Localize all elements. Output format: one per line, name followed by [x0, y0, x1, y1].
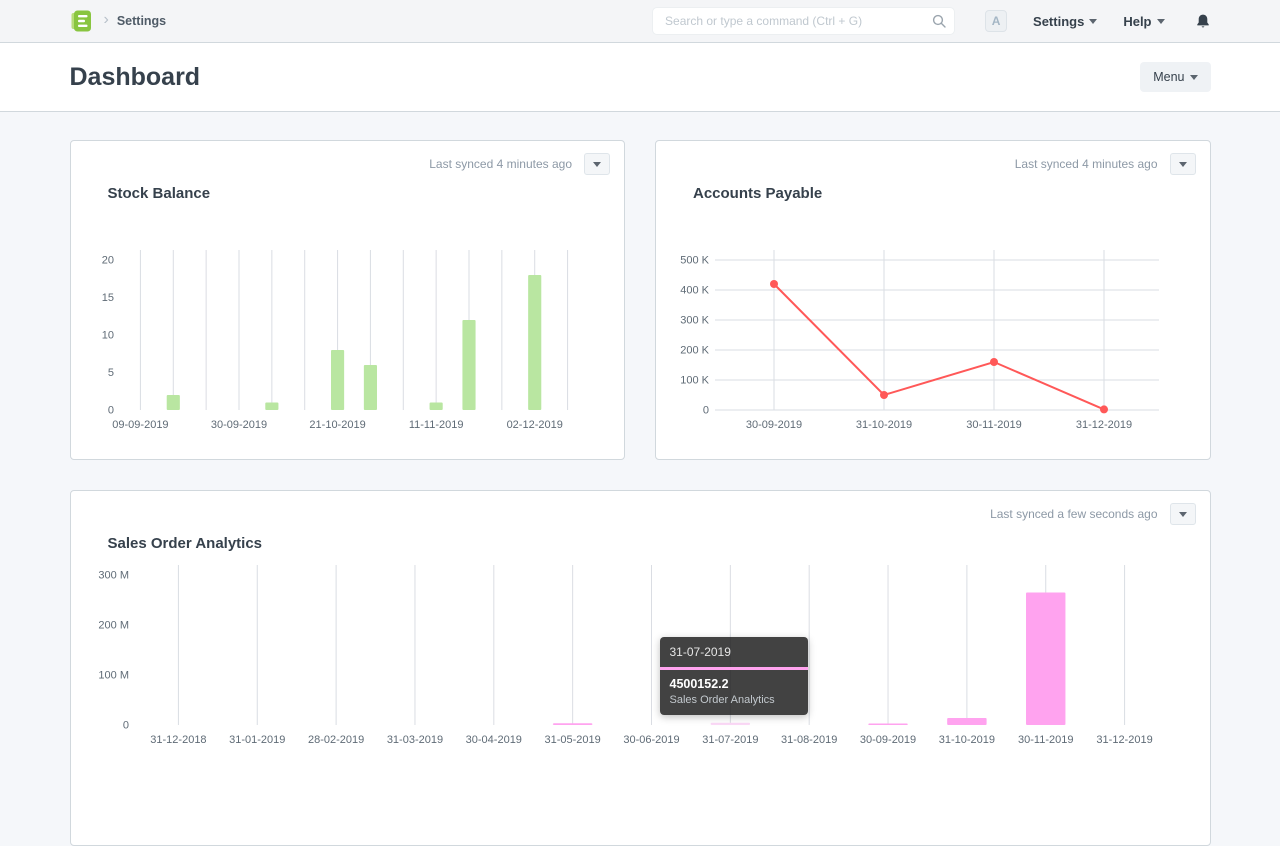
x-axis-label: 31-01-2019 — [229, 734, 285, 746]
chart-title: Sales Order Analytics — [107, 535, 263, 552]
x-axis-label: 30-09-2019 — [210, 419, 266, 431]
y-axis-label: 5 — [107, 367, 113, 379]
last-synced-text: Last synced 4 minutes ago — [429, 157, 572, 171]
chevron-down-icon — [1178, 161, 1187, 167]
chart-bar[interactable] — [330, 350, 344, 410]
chart-bar[interactable] — [429, 402, 443, 411]
x-axis-label: 30-04-2019 — [465, 734, 521, 746]
global-search — [652, 7, 956, 35]
card-menu-button[interactable] — [1169, 153, 1196, 175]
tooltip-date: 31-07-2019 — [659, 637, 808, 670]
chart-bar[interactable] — [867, 723, 908, 726]
chart-bar[interactable] — [461, 320, 476, 410]
last-synced-text: Last synced a few seconds ago — [990, 507, 1158, 521]
y-axis-label: 300 M — [98, 570, 129, 582]
menu-button-label: Menu — [1153, 70, 1185, 84]
notifications-bell[interactable] — [1195, 13, 1211, 30]
accounts-payable-chart[interactable]: 0 100 K 200 K 300 K 400 K 500 K 30-09-2019 31-1… — [664, 210, 1184, 445]
sales-order-analytics-chart[interactable]: 0 100 M 200 M 300 M 31-12-2018 31-01-2019 28-0… — [79, 560, 1184, 790]
chevron-down-icon — [1156, 18, 1165, 24]
chart-line — [773, 283, 1105, 411]
x-axis-label: 31-10-2019 — [856, 419, 912, 431]
tooltip-value: 4500152.2 — [669, 677, 729, 691]
card-menu-button[interactable] — [584, 153, 610, 175]
y-axis-label: 500 K — [680, 255, 709, 267]
bell-icon — [1196, 14, 1209, 27]
settings-menu[interactable]: Settings — [1033, 13, 1098, 29]
y-axis-label: 10 — [101, 330, 113, 342]
x-axis-label: 30-09-2019 — [859, 734, 915, 746]
page-head: Dashboard Menu — [0, 43, 1280, 112]
card-menu-button[interactable] — [1169, 503, 1196, 525]
chart-bar[interactable] — [1025, 592, 1065, 726]
chart-bar[interactable] — [264, 402, 278, 411]
chart-point[interactable] — [770, 280, 778, 288]
erpnext-logo[interactable] — [70, 9, 94, 33]
chevron-down-icon — [1189, 74, 1198, 80]
chart-bar[interactable] — [166, 395, 180, 410]
page-title: Dashboard — [69, 62, 201, 91]
chart-title: Accounts Payable — [693, 185, 823, 202]
x-axis-label: 31-03-2019 — [386, 734, 442, 746]
y-axis-label: 300 K — [680, 315, 709, 327]
chart-bar[interactable] — [946, 718, 987, 725]
x-axis-label: 31-08-2019 — [781, 734, 837, 746]
y-axis-label: 100 K — [680, 375, 709, 387]
erpnext-logo-icon — [71, 10, 91, 32]
x-axis-label: 30-11-2019 — [1018, 734, 1073, 746]
x-axis-label: 31-05-2019 — [544, 734, 600, 746]
y-axis-label: 15 — [101, 292, 113, 304]
breadcrumb[interactable]: Settings — [117, 14, 166, 28]
y-axis-label: 100 M — [98, 670, 129, 682]
stock-balance-chart[interactable]: 0 5 10 15 20 09-09-2019 30-09-2019 21-10-2019 11… — [79, 210, 599, 445]
chevron-down-icon — [1089, 18, 1098, 24]
breadcrumb-chevron-icon: › — [103, 11, 109, 28]
x-axis-label: 31-10-2019 — [938, 734, 994, 746]
y-axis-label: 400 K — [680, 285, 709, 297]
chevron-down-icon — [593, 161, 601, 167]
last-synced-text: Last synced 4 minutes ago — [1014, 157, 1158, 171]
x-axis-label: 31-07-2019 — [702, 734, 758, 746]
chart-bar[interactable] — [710, 722, 750, 725]
chart-bar[interactable] — [363, 365, 377, 410]
y-axis-label: 0 — [107, 405, 113, 417]
chart-bar[interactable] — [552, 723, 592, 725]
help-menu[interactable]: Help — [1123, 13, 1165, 29]
dashboard-body: Last synced 4 minutes ago Stock Balance … — [0, 112, 1280, 846]
x-axis-label: 11-11-2019 — [408, 419, 463, 431]
chart-point[interactable] — [880, 391, 888, 399]
x-axis-label: 30-11-2019 — [966, 419, 1021, 431]
search-icon[interactable] — [931, 13, 947, 29]
x-axis-label: 30-06-2019 — [623, 734, 679, 746]
chart-bar[interactable] — [527, 275, 541, 410]
y-axis-label: 0 — [122, 720, 128, 732]
y-axis-label: 200 K — [680, 345, 709, 357]
chevron-down-icon — [1178, 511, 1187, 517]
x-axis-label: 31-12-2019 — [1096, 734, 1152, 746]
card-accounts-payable: Last synced 4 minutes ago Accounts Payab… — [655, 140, 1211, 460]
card-sales-order-analytics: Last synced a few seconds ago Sales Orde… — [69, 490, 1211, 846]
x-axis-label: 30-09-2019 — [746, 419, 802, 431]
x-axis-label: 31-12-2019 — [1076, 419, 1132, 431]
x-axis-label: 28-02-2019 — [307, 734, 363, 746]
avatar[interactable]: A — [985, 10, 1008, 32]
chart-point[interactable] — [990, 358, 998, 366]
help-menu-label: Help — [1123, 13, 1152, 29]
x-axis-label: 02-12-2019 — [506, 419, 562, 431]
x-axis-label: 31-12-2018 — [150, 734, 206, 746]
settings-menu-label: Settings — [1033, 13, 1085, 29]
menu-button[interactable]: Menu — [1140, 62, 1211, 92]
y-axis-label: 20 — [101, 255, 113, 267]
x-axis-label: 09-09-2019 — [112, 419, 168, 431]
x-axis-label: 21-10-2019 — [309, 419, 365, 431]
card-stock-balance: Last synced 4 minutes ago Stock Balance … — [69, 140, 625, 460]
navbar: › Settings A Settings Help — [0, 0, 1280, 43]
y-axis-label: 0 — [703, 405, 709, 417]
chart-title: Stock Balance — [107, 185, 211, 202]
chart-tooltip: 31-07-2019 4500152.2 Sales Order Analyti… — [659, 637, 808, 715]
search-input[interactable] — [652, 7, 956, 35]
tooltip-label: Sales Order Analytics — [669, 694, 775, 706]
y-axis-label: 200 M — [98, 620, 129, 632]
chart-point[interactable] — [1100, 405, 1108, 414]
